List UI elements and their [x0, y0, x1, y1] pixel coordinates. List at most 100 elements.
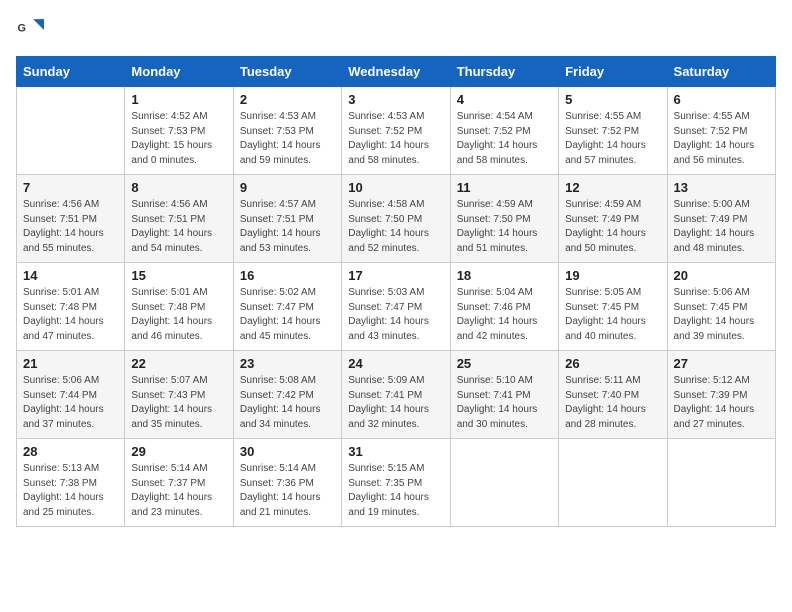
logo-icon: G [16, 16, 44, 44]
calendar-cell: 23 Sunrise: 5:08 AMSunset: 7:42 PMDayligh… [233, 351, 341, 439]
calendar-cell: 17 Sunrise: 5:03 AMSunset: 7:47 PMDayligh… [342, 263, 450, 351]
day-info: Sunrise: 5:02 AMSunset: 7:47 PMDaylight:… [240, 286, 335, 344]
day-number: 25 [457, 356, 552, 371]
day-info: Sunrise: 5:03 AMSunset: 7:47 PMDaylight:… [348, 286, 443, 344]
calendar-cell: 24 Sunrise: 5:09 AMSunset: 7:41 PMDayligh… [342, 351, 450, 439]
day-info: Sunrise: 4:52 AMSunset: 7:53 PMDaylight:… [131, 110, 226, 168]
day-info: Sunrise: 5:14 AMSunset: 7:36 PMDaylight:… [240, 462, 335, 520]
day-info: Sunrise: 5:06 AMSunset: 7:45 PMDaylight:… [674, 286, 769, 344]
calendar-week-3: 14 Sunrise: 5:01 AMSunset: 7:48 PMDayligh… [17, 263, 776, 351]
day-number: 4 [457, 92, 552, 107]
day-number: 15 [131, 268, 226, 283]
day-info: Sunrise: 4:59 AMSunset: 7:50 PMDaylight:… [457, 198, 552, 256]
day-number: 14 [23, 268, 118, 283]
day-number: 3 [348, 92, 443, 107]
day-info: Sunrise: 5:10 AMSunset: 7:41 PMDaylight:… [457, 374, 552, 432]
calendar-header: SundayMondayTuesdayWednesdayThursdayFrid… [17, 57, 776, 87]
calendar-week-2: 7 Sunrise: 4:56 AMSunset: 7:51 PMDaylight… [17, 175, 776, 263]
day-number: 13 [674, 180, 769, 195]
day-info: Sunrise: 4:58 AMSunset: 7:50 PMDaylight:… [348, 198, 443, 256]
calendar-cell [559, 439, 667, 527]
day-info: Sunrise: 4:53 AMSunset: 7:53 PMDaylight:… [240, 110, 335, 168]
day-info: Sunrise: 5:05 AMSunset: 7:45 PMDaylight:… [565, 286, 660, 344]
day-number: 6 [674, 92, 769, 107]
calendar-cell: 12Sunrise: 4:59 AMSunset: 7:49 PMDayligh… [559, 175, 667, 263]
weekday-header-monday: Monday [125, 57, 233, 87]
day-number: 11 [457, 180, 552, 195]
day-number: 29 [131, 444, 226, 459]
calendar-cell: 27Sunrise: 5:12 AMSunset: 7:39 PMDayligh… [667, 351, 775, 439]
calendar-cell: 1 Sunrise: 4:52 AMSunset: 7:53 PMDaylight… [125, 87, 233, 175]
day-number: 12 [565, 180, 660, 195]
calendar-cell: 20 Sunrise: 5:06 AMSunset: 7:45 PMDayligh… [667, 263, 775, 351]
calendar-cell: 16 Sunrise: 5:02 AMSunset: 7:47 PMDayligh… [233, 263, 341, 351]
calendar-body: 1 Sunrise: 4:52 AMSunset: 7:53 PMDaylight… [17, 87, 776, 527]
day-number: 7 [23, 180, 118, 195]
weekday-header-friday: Friday [559, 57, 667, 87]
day-number: 21 [23, 356, 118, 371]
calendar-cell: 18 Sunrise: 5:04 AMSunset: 7:46 PMDayligh… [450, 263, 558, 351]
day-info: Sunrise: 5:06 AMSunset: 7:44 PMDaylight:… [23, 374, 118, 432]
day-number: 16 [240, 268, 335, 283]
day-info: Sunrise: 4:54 AMSunset: 7:52 PMDaylight:… [457, 110, 552, 168]
day-info: Sunrise: 5:13 AMSunset: 7:38 PMDaylight:… [23, 462, 118, 520]
calendar-week-4: 21 Sunrise: 5:06 AMSunset: 7:44 PMDayligh… [17, 351, 776, 439]
calendar-cell [17, 87, 125, 175]
day-number: 10 [348, 180, 443, 195]
weekday-header-tuesday: Tuesday [233, 57, 341, 87]
day-number: 2 [240, 92, 335, 107]
calendar-cell: 2 Sunrise: 4:53 AMSunset: 7:53 PMDaylight… [233, 87, 341, 175]
calendar-cell [450, 439, 558, 527]
calendar-week-5: 28 Sunrise: 5:13 AMSunset: 7:38 PMDayligh… [17, 439, 776, 527]
calendar-cell: 26 Sunrise: 5:11 AMSunset: 7:40 PMDayligh… [559, 351, 667, 439]
day-info: Sunrise: 4:56 AMSunset: 7:51 PMDaylight:… [23, 198, 118, 256]
day-number: 17 [348, 268, 443, 283]
day-number: 22 [131, 356, 226, 371]
day-number: 26 [565, 356, 660, 371]
day-number: 31 [348, 444, 443, 459]
day-info: Sunrise: 5:04 AMSunset: 7:46 PMDaylight:… [457, 286, 552, 344]
day-number: 30 [240, 444, 335, 459]
day-number: 28 [23, 444, 118, 459]
calendar-cell: 19 Sunrise: 5:05 AMSunset: 7:45 PMDayligh… [559, 263, 667, 351]
day-info: Sunrise: 5:01 AMSunset: 7:48 PMDaylight:… [131, 286, 226, 344]
day-number: 5 [565, 92, 660, 107]
day-info: Sunrise: 5:07 AMSunset: 7:43 PMDaylight:… [131, 374, 226, 432]
calendar-cell [667, 439, 775, 527]
day-info: Sunrise: 4:55 AMSunset: 7:52 PMDaylight:… [565, 110, 660, 168]
day-info: Sunrise: 5:00 AMSunset: 7:49 PMDaylight:… [674, 198, 769, 256]
calendar-cell: 6 Sunrise: 4:55 AMSunset: 7:52 PMDaylight… [667, 87, 775, 175]
calendar-cell: 28 Sunrise: 5:13 AMSunset: 7:38 PMDayligh… [17, 439, 125, 527]
calendar-cell: 14Sunrise: 5:01 AMSunset: 7:48 PMDayligh… [17, 263, 125, 351]
day-number: 20 [674, 268, 769, 283]
day-number: 24 [348, 356, 443, 371]
day-number: 23 [240, 356, 335, 371]
calendar-cell: 21 Sunrise: 5:06 AMSunset: 7:44 PMDayligh… [17, 351, 125, 439]
calendar-cell: 13 Sunrise: 5:00 AMSunset: 7:49 PMDayligh… [667, 175, 775, 263]
weekday-header-thursday: Thursday [450, 57, 558, 87]
day-number: 8 [131, 180, 226, 195]
day-number: 18 [457, 268, 552, 283]
logo: G [16, 16, 48, 44]
calendar-cell: 5 Sunrise: 4:55 AMSunset: 7:52 PMDaylight… [559, 87, 667, 175]
calendar-cell: 4 Sunrise: 4:54 AMSunset: 7:52 PMDaylight… [450, 87, 558, 175]
day-number: 19 [565, 268, 660, 283]
day-number: 27 [674, 356, 769, 371]
calendar-cell: 8 Sunrise: 4:56 AMSunset: 7:51 PMDaylight… [125, 175, 233, 263]
day-info: Sunrise: 5:08 AMSunset: 7:42 PMDaylight:… [240, 374, 335, 432]
day-info: Sunrise: 5:14 AMSunset: 7:37 PMDaylight:… [131, 462, 226, 520]
calendar-cell: 15 Sunrise: 5:01 AMSunset: 7:48 PMDayligh… [125, 263, 233, 351]
day-info: Sunrise: 5:11 AMSunset: 7:40 PMDaylight:… [565, 374, 660, 432]
day-info: Sunrise: 4:56 AMSunset: 7:51 PMDaylight:… [131, 198, 226, 256]
day-info: Sunrise: 5:09 AMSunset: 7:41 PMDaylight:… [348, 374, 443, 432]
calendar-cell: 10 Sunrise: 4:58 AMSunset: 7:50 PMDayligh… [342, 175, 450, 263]
day-number: 1 [131, 92, 226, 107]
calendar-cell: 22 Sunrise: 5:07 AMSunset: 7:43 PMDayligh… [125, 351, 233, 439]
day-info: Sunrise: 4:55 AMSunset: 7:52 PMDaylight:… [674, 110, 769, 168]
calendar-table: SundayMondayTuesdayWednesdayThursdayFrid… [16, 56, 776, 527]
day-info: Sunrise: 4:53 AMSunset: 7:52 PMDaylight:… [348, 110, 443, 168]
weekday-header-wednesday: Wednesday [342, 57, 450, 87]
day-number: 9 [240, 180, 335, 195]
page-header: G [16, 16, 776, 44]
calendar-cell: 25 Sunrise: 5:10 AMSunset: 7:41 PMDayligh… [450, 351, 558, 439]
